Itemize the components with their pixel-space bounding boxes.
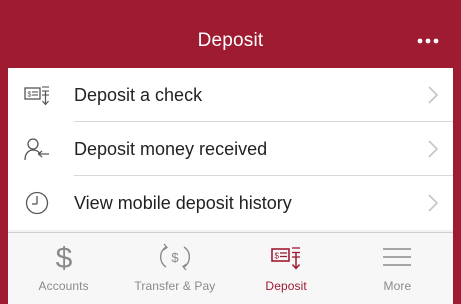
menu-item-deposit-check[interactable]: $ Deposit a check	[8, 68, 453, 122]
tab-label: Deposit	[265, 279, 307, 293]
more-options-button[interactable]	[415, 28, 441, 54]
tab-label: More	[383, 279, 412, 293]
more-dots-icon	[417, 38, 439, 44]
tab-more[interactable]: More	[342, 233, 453, 304]
bottom-tab-bar: $ Accounts $ Transfer & Pay $ Deposit Mo…	[0, 232, 461, 304]
svg-text:$: $	[275, 252, 280, 261]
right-frame-border	[453, 0, 461, 304]
tab-label: Transfer & Pay	[134, 279, 216, 293]
left-frame-border	[0, 0, 8, 304]
menu-item-deposit-history[interactable]: View mobile deposit history	[8, 176, 453, 230]
svg-text:$: $	[28, 92, 32, 99]
chevron-right-icon	[428, 140, 439, 158]
nav-header: Deposit	[0, 0, 461, 68]
chevron-right-icon	[428, 86, 439, 104]
check-deposit-icon: $	[271, 247, 301, 270]
chevron-right-icon	[428, 194, 439, 212]
deposit-screen: Deposit $ Deposit a check Deposit money …	[0, 0, 461, 304]
clock-icon	[25, 191, 49, 215]
tab-deposit[interactable]: $ Deposit	[231, 233, 342, 304]
menu-item-label: Deposit a check	[74, 85, 203, 105]
menu-item-deposit-money-received[interactable]: Deposit money received	[8, 122, 453, 176]
page-title: Deposit	[197, 30, 264, 51]
menu-item-label: View mobile deposit history	[74, 193, 292, 213]
menu-item-label: Deposit money received	[74, 139, 268, 159]
tab-transfer-pay[interactable]: $ Transfer & Pay	[119, 233, 230, 304]
dollar-icon: $	[55, 242, 72, 273]
deposit-menu-list: $ Deposit a check Deposit money received…	[8, 68, 453, 230]
hamburger-icon	[383, 248, 412, 266]
svg-text:$: $	[171, 250, 179, 265]
tab-accounts[interactable]: $ Accounts	[8, 233, 119, 304]
person-receive-icon	[24, 138, 49, 161]
svg-text:$: $	[55, 242, 72, 273]
transfer-dollar-icon: $	[159, 243, 190, 271]
check-deposit-icon: $	[24, 86, 49, 106]
tab-label: Accounts	[38, 279, 89, 293]
